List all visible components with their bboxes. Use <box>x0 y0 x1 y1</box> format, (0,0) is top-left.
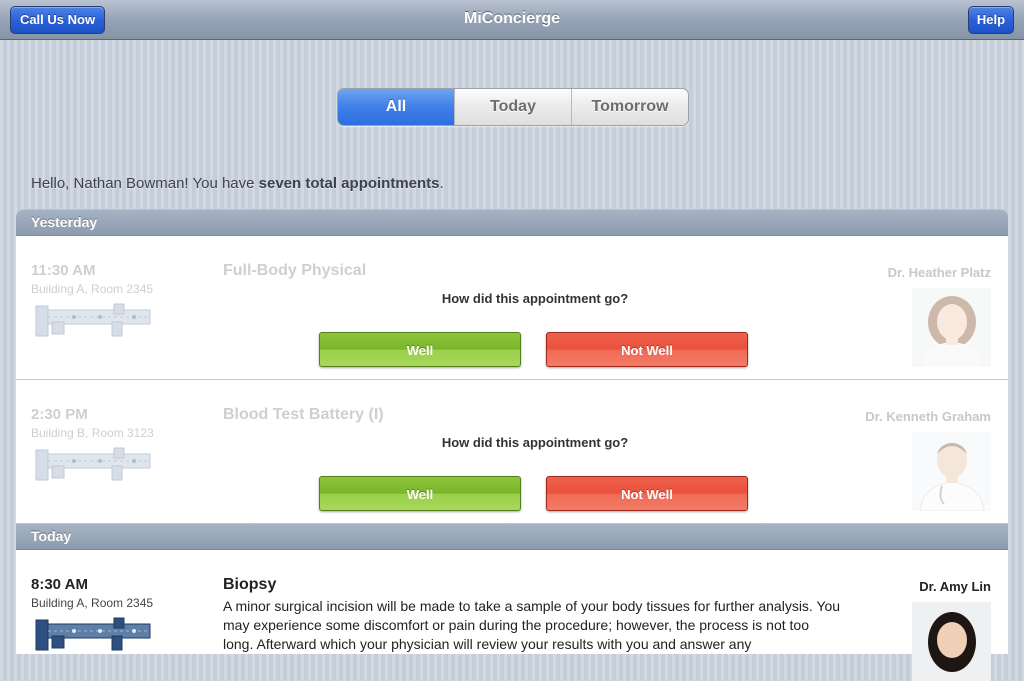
appointment-time: 8:30 AM <box>31 576 88 593</box>
floor-map-thumbnail[interactable] <box>34 446 152 484</box>
segment-tomorrow[interactable]: Tomorrow <box>571 89 688 125</box>
appointment-description: A minor surgical incision will be made t… <box>223 598 841 652</box>
feedback-question: How did this appointment go? <box>441 435 629 450</box>
doctor-name: Dr. Heather Platz <box>887 265 991 280</box>
date-filter-segmented-control: All Today Tomorrow <box>337 88 689 126</box>
rate-well-button[interactable]: Well <box>319 476 521 511</box>
rate-not-well-button[interactable]: Not Well <box>546 332 748 367</box>
appointment-count: seven total appointments <box>258 175 440 192</box>
appointment-location: Building A, Room 2345 <box>31 282 154 296</box>
appointment-location: Building A, Room 2345 <box>31 596 154 610</box>
rate-not-well-button[interactable]: Not Well <box>546 476 748 511</box>
section-header-yesterday: Yesterday <box>16 209 1008 236</box>
appointment-card: 2:30 PM Building B, Room 3123 Blood Test… <box>16 380 1008 523</box>
appointment-title: Biopsy <box>223 576 277 593</box>
rate-well-button[interactable]: Well <box>319 332 521 367</box>
appointment-time: 2:30 PM <box>31 406 88 423</box>
segment-today[interactable]: Today <box>454 89 571 125</box>
floor-map-thumbnail[interactable] <box>34 302 152 340</box>
appointment-time: 11:30 AM <box>31 262 96 279</box>
feedback-question: How did this appointment go? <box>441 291 629 306</box>
appointment-card: 11:30 AM Building A, Room 2345 Full-Body… <box>16 236 1008 380</box>
section-header-today: Today <box>16 523 1008 550</box>
appointment-title: Full-Body Physical <box>223 262 367 279</box>
greeting-text: Hello, Nathan Bowman! You have seven tot… <box>31 175 444 192</box>
doctor-photo <box>912 602 991 681</box>
segment-all[interactable]: All <box>338 89 454 125</box>
doctor-name: Dr. Amy Lin <box>919 579 991 594</box>
appointment-location: Building B, Room 3123 <box>31 426 154 440</box>
greeting-prefix: Hello, Nathan Bowman! You have <box>31 175 259 192</box>
doctor-photo <box>912 432 991 511</box>
navigation-bar: Call Us Now MiConcierge Help <box>0 0 1024 40</box>
appointment-title: Blood Test Battery (I) <box>223 406 384 423</box>
help-button[interactable]: Help <box>968 6 1014 34</box>
appointment-card: 8:30 AM Building A, Room 2345 Biopsy Dr.… <box>16 550 1008 681</box>
doctor-name: Dr. Kenneth Graham <box>865 409 991 424</box>
floor-map-thumbnail[interactable] <box>34 616 152 654</box>
greeting-suffix: . <box>439 175 444 192</box>
doctor-photo <box>912 288 991 367</box>
app-title: MiConcierge <box>463 10 560 27</box>
